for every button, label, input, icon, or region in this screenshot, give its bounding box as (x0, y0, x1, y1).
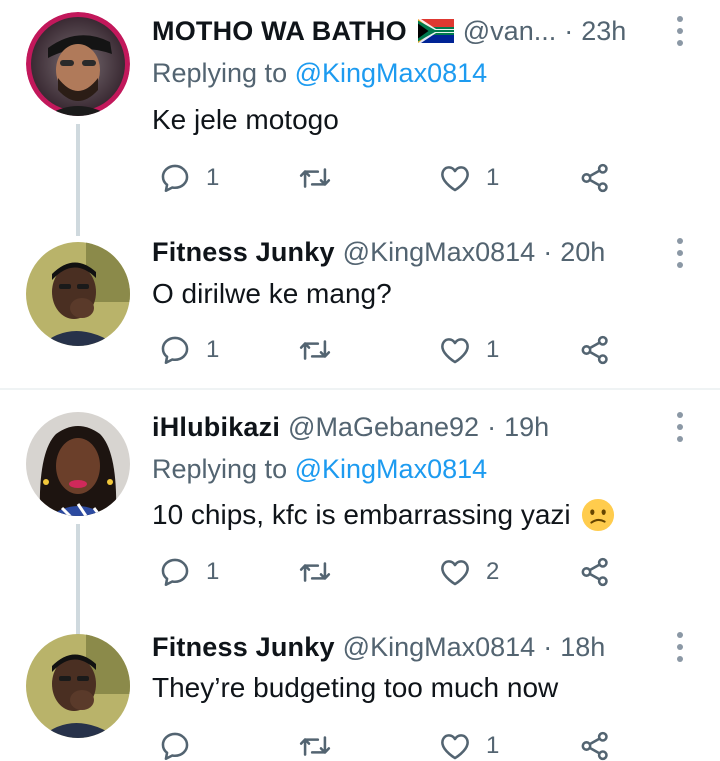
display-name[interactable]: MOTHO WA BATHO (152, 16, 407, 47)
avatar[interactable] (26, 634, 130, 738)
more-options-icon[interactable] (676, 16, 684, 46)
tweet-text: O dirilwe ke mang? (152, 278, 392, 310)
reply-button[interactable]: 1 (158, 330, 219, 370)
timestamp[interactable]: 19h (504, 412, 549, 443)
display-name[interactable]: Fitness Junky (152, 237, 335, 268)
share-icon (578, 729, 612, 761)
like-icon (438, 333, 472, 367)
share-icon (578, 555, 612, 589)
action-bar: 1 1 (152, 330, 632, 370)
share-button[interactable] (578, 330, 612, 370)
like-icon (438, 555, 472, 589)
reply-button[interactable]: 1 (158, 552, 219, 592)
display-name[interactable]: Fitness Junky (152, 632, 335, 663)
tweet[interactable]: Fitness Junky @KingMax0814 · 18h They’re… (0, 620, 720, 761)
south-africa-flag-icon (417, 19, 454, 43)
like-button[interactable]: 2 (438, 552, 499, 592)
like-icon (438, 729, 472, 761)
replying-prefix: Replying to (152, 454, 288, 484)
reply-icon (158, 333, 192, 367)
like-count: 1 (486, 336, 500, 363)
timestamp[interactable]: 23h (581, 16, 626, 47)
reply-count: 1 (206, 558, 220, 585)
reply-icon (158, 729, 192, 761)
like-count: 2 (486, 558, 500, 585)
retweet-button[interactable] (298, 726, 346, 761)
replying-to: Replying to @KingMax0814 (152, 58, 487, 89)
user-handle[interactable]: @van... (463, 16, 556, 47)
tweet-header: iHlubikazi @MaGebane92 · 19h (152, 409, 549, 445)
retweet-icon (298, 333, 332, 367)
share-icon (578, 333, 612, 367)
retweet-icon (298, 555, 332, 589)
reply-count: 1 (206, 336, 220, 363)
share-button[interactable] (578, 158, 612, 198)
replying-to: Replying to @KingMax0814 (152, 454, 487, 485)
tweet[interactable]: iHlubikazi @MaGebane92 · 19h Replying to… (0, 390, 720, 636)
action-bar: 1 1 (152, 158, 632, 198)
user-handle[interactable]: @MaGebane92 (288, 412, 479, 443)
tweet-text-content: Ke jele motogo (152, 104, 339, 135)
action-bar: 1 (152, 726, 632, 761)
timestamp[interactable]: 18h (560, 632, 605, 663)
avatar[interactable] (26, 242, 130, 346)
retweet-button[interactable] (298, 158, 346, 198)
more-options-icon[interactable] (676, 238, 684, 268)
tweet-header: MOTHO WA BATHO @van... · 23h (152, 13, 626, 49)
reply-icon (158, 555, 192, 589)
like-button[interactable]: 1 (438, 330, 499, 370)
user-handle[interactable]: @KingMax0814 (343, 632, 536, 663)
reply-button[interactable]: 1 (158, 158, 219, 198)
share-button[interactable] (578, 552, 612, 592)
action-bar: 1 2 (152, 552, 632, 592)
tweet[interactable]: MOTHO WA BATHO @van... · 23h Replying to… (0, 0, 720, 236)
tweet-header: Fitness Junky @KingMax0814 · 18h (152, 629, 605, 665)
tweet-text-content: They’re budgeting too much now (152, 672, 559, 703)
separator-dot: · (564, 15, 574, 46)
tweet-text: They’re budgeting too much now (152, 672, 558, 704)
like-button[interactable]: 1 (438, 158, 499, 198)
reply-count: 1 (206, 164, 220, 191)
separator-dot: · (487, 411, 497, 442)
avatar[interactable] (26, 12, 130, 116)
retweet-button[interactable] (298, 330, 346, 370)
mention-link[interactable]: @KingMax0814 (295, 58, 488, 88)
replying-prefix: Replying to (152, 58, 288, 88)
display-name[interactable]: iHlubikazi (152, 412, 280, 443)
tweet-text: Ke jele motogo (152, 104, 339, 136)
timestamp[interactable]: 20h (560, 237, 605, 268)
more-options-icon[interactable] (676, 632, 684, 662)
tweet-text-content: O dirilwe ke mang? (152, 278, 392, 309)
tweet-text-content: 10 chips, kfc is embarrassing yazi (152, 499, 571, 530)
tweet-header: Fitness Junky @KingMax0814 · 20h (152, 234, 605, 270)
confused-face-emoji-icon (581, 498, 614, 532)
more-options-icon[interactable] (676, 412, 684, 442)
like-icon (438, 161, 472, 195)
separator-dot: · (543, 236, 553, 267)
reply-icon (158, 161, 192, 195)
retweet-button[interactable] (298, 552, 346, 592)
user-handle[interactable]: @KingMax0814 (343, 237, 536, 268)
tweet-text: 10 chips, kfc is embarrassing yazi (152, 498, 615, 532)
like-count: 1 (486, 164, 500, 191)
share-button[interactable] (578, 726, 612, 761)
separator-dot: · (543, 631, 553, 662)
like-button[interactable]: 1 (438, 726, 499, 761)
tweet[interactable]: Fitness Junky @KingMax0814 · 20h O diril… (0, 220, 720, 388)
retweet-icon (298, 161, 332, 195)
avatar[interactable] (26, 412, 130, 516)
like-count: 1 (486, 732, 500, 759)
mention-link[interactable]: @KingMax0814 (295, 454, 488, 484)
share-icon (578, 161, 612, 195)
retweet-icon (298, 729, 332, 761)
reply-button[interactable] (158, 726, 206, 761)
